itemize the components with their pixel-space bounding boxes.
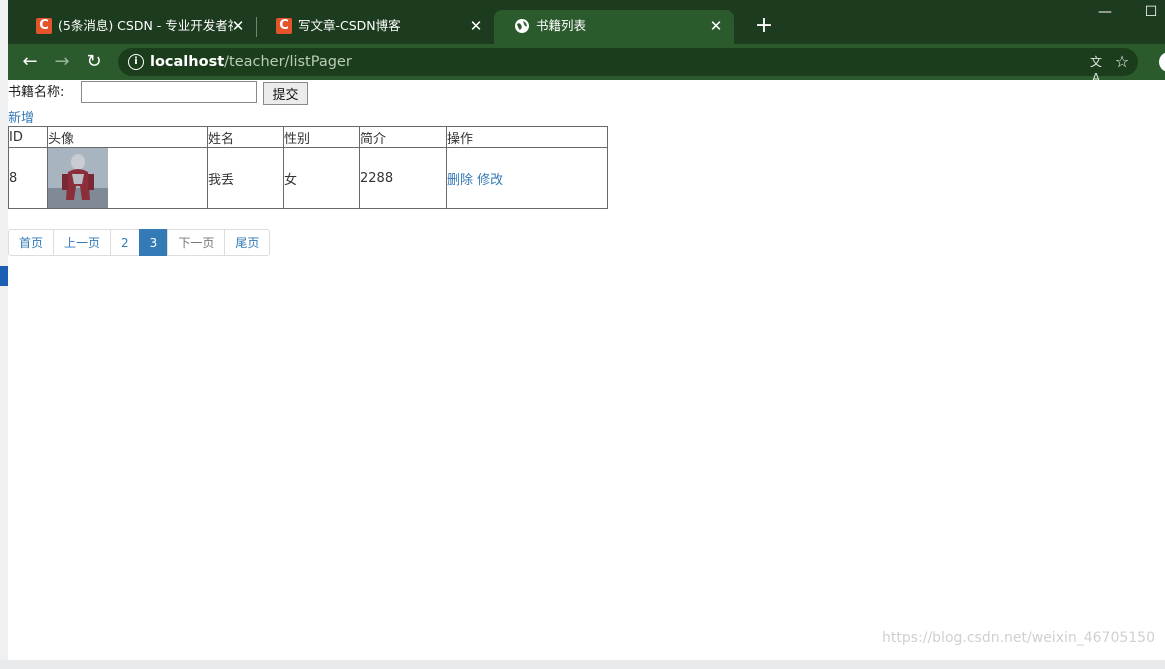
cell-avatar (47, 147, 208, 209)
header-name: 姓名 (207, 126, 284, 148)
tab-title: (5条消息) CSDN - 专业开发者社区 (58, 18, 233, 33)
table-header-row: ID 头像 姓名 性别 简介 操作 (8, 126, 608, 148)
csdn-logo-icon: C (276, 18, 292, 34)
address-bar[interactable]: i localhost/teacher/listPager 文A ☆ (118, 48, 1138, 85)
page-content: 书籍名称: 提交 新增 ID 头像 姓名 性别 简介 操作 8 我丢 女 228… (8, 80, 1165, 660)
book-name-input[interactable] (81, 81, 257, 103)
reload-icon[interactable]: ↻ (82, 50, 106, 74)
book-table: ID 头像 姓名 性别 简介 操作 8 我丢 女 2288 删除 修改 (8, 126, 608, 209)
close-icon[interactable]: ✕ (708, 10, 724, 42)
info-icon[interactable]: i (128, 54, 144, 70)
close-icon[interactable]: ✕ (468, 10, 484, 42)
header-id: ID (8, 126, 48, 148)
tab-title: 写文章-CSDN博客 (298, 18, 401, 33)
browser-toolbar: ← → ↻ i localhost/teacher/listPager 文A ☆ (8, 44, 1165, 85)
add-link[interactable]: 新增 (8, 107, 34, 126)
avatar-image (48, 148, 108, 208)
csdn-logo-icon: C (36, 18, 52, 34)
header-avatar: 头像 (47, 126, 208, 148)
minimize-icon[interactable]: — (1090, 4, 1120, 20)
edit-link[interactable]: 修改 (477, 173, 503, 188)
submit-button[interactable]: 提交 (263, 82, 308, 105)
desktop-bottom-edge (0, 660, 1165, 669)
page-2[interactable]: 2 (110, 229, 140, 256)
tab-csdn-write[interactable]: C 写文章-CSDN博客 ✕ (256, 10, 494, 44)
browser-window: C (5条消息) CSDN - 专业开发者社区 ✕ C 写文章-CSDN博客 ✕… (0, 0, 1165, 669)
header-intro: 简介 (359, 126, 447, 148)
globe-icon (514, 18, 530, 34)
page-next[interactable]: 下一页 (167, 229, 226, 256)
new-tab-button[interactable]: + (752, 14, 776, 38)
header-gender: 性别 (283, 126, 360, 148)
page-first[interactable]: 首页 (8, 229, 55, 256)
table-row: 8 我丢 女 2288 删除 修改 (8, 147, 608, 209)
maximize-icon[interactable]: ☐ (1136, 4, 1165, 20)
tab-csdn-home[interactable]: C (5条消息) CSDN - 专业开发者社区 ✕ (16, 10, 256, 44)
page-3-current[interactable]: 3 (138, 229, 169, 256)
search-form: 书籍名称: 提交 (8, 81, 308, 105)
tab-strip: C (5条消息) CSDN - 专业开发者社区 ✕ C 写文章-CSDN博客 ✕… (8, 0, 1165, 44)
cell-gender: 女 (283, 147, 360, 209)
header-actions: 操作 (446, 126, 608, 148)
cell-id: 8 (8, 147, 48, 209)
close-icon[interactable]: ✕ (230, 10, 246, 42)
page-last[interactable]: 尾页 (224, 229, 271, 256)
cell-name: 我丢 (207, 147, 284, 209)
tab-title: 书籍列表 (536, 18, 587, 33)
delete-link[interactable]: 删除 (447, 173, 473, 188)
cell-actions: 删除 修改 (446, 147, 608, 209)
search-label: 书籍名称: (8, 85, 65, 100)
tab-book-list[interactable]: 书籍列表 ✕ (494, 10, 734, 44)
desktop-edge (0, 0, 8, 669)
translate-icon[interactable]: 文A (1088, 54, 1104, 85)
url-text[interactable]: localhost/teacher/listPager (150, 48, 352, 76)
forward-icon[interactable]: → (50, 50, 74, 74)
star-icon[interactable]: ☆ (1112, 52, 1132, 72)
pagination: 首页 上一页 2 3 下一页 尾页 (8, 229, 271, 256)
cell-intro: 2288 (359, 147, 447, 209)
profile-avatar-icon[interactable] (1159, 52, 1165, 72)
watermark: https://blog.csdn.net/weixin_46705150 (881, 630, 1155, 646)
page-prev[interactable]: 上一页 (53, 229, 112, 256)
back-icon[interactable]: ← (18, 50, 42, 74)
